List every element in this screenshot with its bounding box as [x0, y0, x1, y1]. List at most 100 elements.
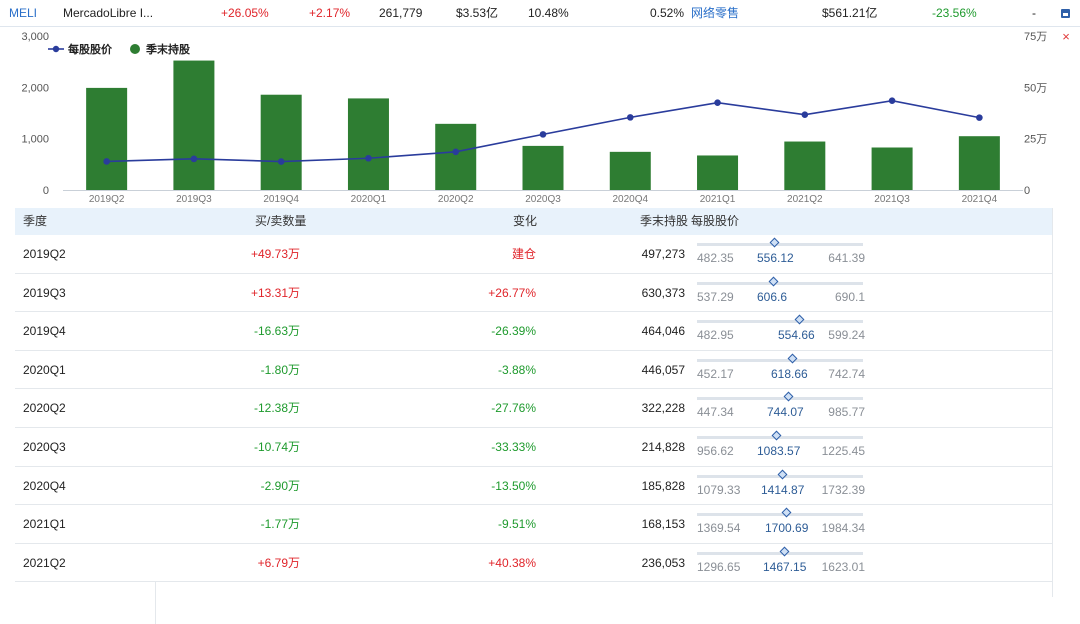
header-price: 每股股价 [691, 214, 740, 228]
price-high: 985.77 [828, 405, 865, 420]
dash-value: - [1032, 6, 1036, 20]
price-range-bar [697, 281, 863, 285]
price-range: 537.29 606.6 690.1 [697, 274, 865, 312]
price-low: 537.29 [697, 289, 734, 304]
trade-cell: -2.90万 [260, 478, 300, 493]
holding-cell: 168,153 [641, 517, 685, 532]
holding-cell: 322,228 [641, 401, 685, 416]
market-cap: $561.21亿 [822, 6, 878, 20]
x-tick-label: 2020Q1 [351, 194, 387, 205]
price-avg: 1083.57 [757, 443, 801, 458]
table-row[interactable]: 2021Q1 -1.77万 -9.51% 168,153 1369.54 1700.69 1… [15, 505, 1052, 544]
chart-icon[interactable] [1061, 9, 1070, 18]
change-cell: -26.39% [491, 324, 536, 339]
price-range: 1296.65 1467.15 1623.01 [697, 544, 865, 582]
quarter-cell: 2020Q4 [23, 478, 66, 493]
price-point [277, 158, 285, 165]
industry-link[interactable]: 网络零售 [691, 0, 739, 27]
price-range: 1369.54 1700.69 1984.34 [697, 505, 865, 543]
price-low: 1296.65 [697, 559, 741, 574]
trade-cell: -1.80万 [260, 362, 300, 377]
chart-svg: 3,000 2,000 1,000 0 75万 50万 25万 0 2019Q2 2019Q3 20… [21, 31, 1047, 205]
price-avg: 618.66 [771, 366, 808, 381]
change-secondary: +2.17% [309, 6, 351, 20]
ytd-change: -23.56% [932, 6, 977, 20]
left-tick-label: 2,000 [21, 82, 49, 94]
right-panel [1052, 208, 1080, 597]
price-avg: 554.66 [778, 328, 815, 343]
right-tick-label: 25万 [1024, 134, 1047, 146]
trade-cell: -1.77万 [260, 517, 300, 532]
holding-bar [784, 141, 826, 190]
quarter-cell: 2020Q3 [23, 439, 66, 454]
holding-value: $3.53亿 [456, 6, 499, 20]
holdings-chart: 3,000 2,000 1,000 0 75万 50万 25万 0 2019Q2 2019Q3 20… [0, 28, 1080, 208]
x-tick-label: 2019Q2 [89, 194, 125, 205]
price-range-bar [697, 358, 863, 362]
x-tick-label: 2020Q3 [525, 194, 561, 205]
price-range: 1079.33 1414.87 1732.39 [697, 467, 865, 505]
price-low: 452.17 [697, 366, 734, 381]
price-high: 599.24 [828, 328, 865, 343]
holding-cell: 214,828 [641, 439, 685, 454]
x-tick-label: 2021Q3 [874, 194, 910, 205]
price-point [714, 99, 721, 106]
price-range: 452.17 618.66 742.74 [697, 351, 865, 389]
holding-cell: 446,057 [641, 362, 685, 377]
trade-cell: -10.74万 [253, 439, 300, 454]
table-row[interactable]: 2020Q3 -10.74万 -33.33% 214,828 956.62 1083.57… [15, 427, 1052, 467]
trade-cell: +6.79万 [257, 555, 300, 570]
change-cell: +26.77% [488, 285, 536, 300]
holding-bar [435, 123, 477, 190]
legend-price-marker-icon [52, 45, 60, 53]
price-range-bar [697, 513, 863, 517]
table-row[interactable]: 2020Q4 -2.90万 -13.50% 185,828 1079.33 1414.87… [15, 466, 1052, 506]
table-row[interactable]: 2021Q2 +6.79万 +40.38% 236,053 1296.65 1467.15… [15, 543, 1052, 583]
table-row[interactable]: 2019Q2 +49.73万 建仓 497,273 482.35 556.12 641.39 [15, 235, 1052, 274]
header-change: 变化 [513, 214, 538, 228]
trade-cell: +49.73万 [250, 247, 300, 261]
left-tick-label: 1,000 [21, 134, 49, 146]
company-name: MercadoLibre I... [63, 6, 154, 20]
price-high: 1732.39 [821, 482, 865, 497]
price-range: 482.35 556.12 641.39 [697, 235, 865, 273]
price-low: 447.34 [697, 405, 734, 420]
quarter-cell: 2019Q2 [23, 247, 66, 261]
legend-holding-label: 季末持股 [145, 42, 191, 56]
price-range-bar [697, 320, 863, 324]
holding-cell: 497,273 [641, 247, 685, 261]
table-row[interactable]: 2019Q3 +13.31万 +26.77% 630,373 537.29 606.6 69… [15, 273, 1052, 313]
right-tick-label: 75万 [1024, 31, 1047, 43]
price-range: 482.95 554.66 599.24 [697, 312, 865, 350]
right-tick-label: 50万 [1024, 82, 1047, 94]
price-low: 482.95 [697, 328, 734, 343]
header-quarter: 季度 [23, 214, 48, 228]
price-high: 1984.34 [821, 521, 865, 536]
price-point [103, 158, 110, 165]
stock-header-row[interactable]: MELI MercadoLibre I... +26.05% +2.17% 26… [0, 0, 1080, 27]
change-cell: -33.33% [491, 439, 536, 454]
trade-cell: -16.63万 [253, 324, 300, 339]
ticker-link[interactable]: MELI [9, 0, 37, 27]
quarter-cell: 2019Q3 [23, 285, 66, 300]
table-row[interactable]: 2020Q1 -1.80万 -3.88% 446,057 452.17 618.66 742… [15, 350, 1052, 390]
table-header: 季度 买/卖数量 变化 季末持股 每股股价 [15, 208, 1052, 235]
price-point [888, 97, 896, 104]
percent-one: 10.48% [528, 6, 569, 20]
change-cell: -27.76% [491, 401, 536, 416]
quarter-cell: 2020Q1 [23, 362, 66, 377]
x-tick-label: 2021Q4 [962, 194, 998, 205]
price-point [190, 155, 198, 163]
x-tick-label: 2020Q4 [612, 194, 648, 205]
legend-price-label: 每股股价 [68, 42, 113, 56]
holding-bar [871, 147, 913, 190]
price-avg: 606.6 [757, 289, 788, 304]
quarter-cell: 2020Q2 [23, 401, 66, 416]
percent-two: 0.52% [650, 6, 685, 20]
holding-bar [609, 151, 651, 190]
price-point [452, 148, 460, 156]
price-range-bar [697, 243, 863, 246]
header-holding: 季末持股 [640, 214, 689, 228]
table-row[interactable]: 2020Q2 -12.38万 -27.76% 322,228 447.34 744.07 9… [15, 389, 1052, 428]
table-row[interactable]: 2019Q4 -16.63万 -26.39% 464,046 482.95 554.66 5… [15, 312, 1052, 351]
